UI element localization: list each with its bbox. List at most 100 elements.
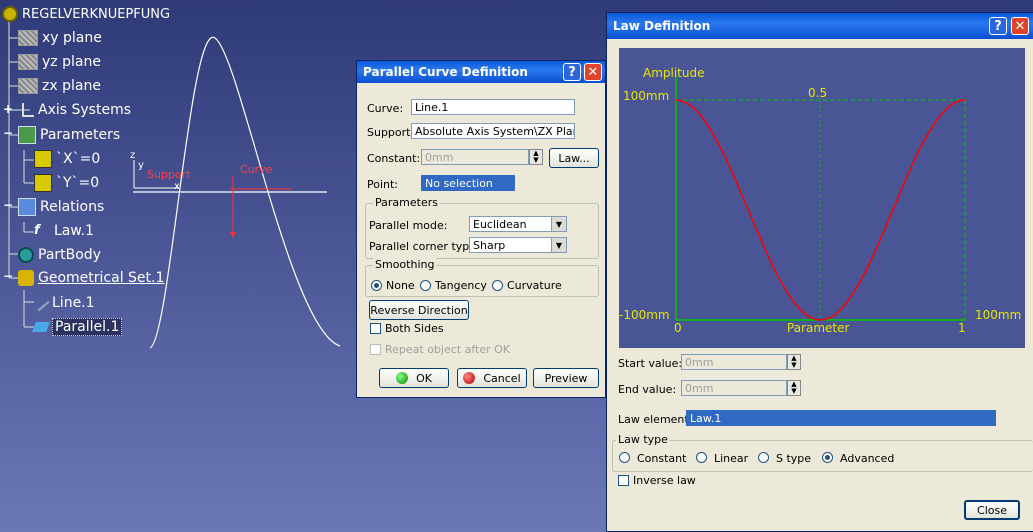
preview-button[interactable]: Preview — [533, 368, 599, 388]
law-graph: Amplitude 100mm -100mm 0.5 0 Parameter 1… — [619, 48, 1025, 348]
tree-item-parallel-1[interactable]: Parallel.1 — [32, 317, 123, 337]
point-field[interactable]: No selection — [421, 175, 515, 191]
end-value-label: End value: — [618, 383, 677, 396]
start-value-label: Start value: — [618, 357, 683, 370]
parallel-icon — [32, 322, 50, 332]
parallel-title-bar: Parallel Curve Definition ? ✕ — [357, 61, 605, 83]
tree-item-yz-plane[interactable]: yz plane — [18, 52, 101, 72]
tree-item-parameters[interactable]: Parameters — [18, 125, 120, 145]
line-icon — [32, 294, 50, 312]
tree-item-partbody[interactable]: PartBody — [18, 245, 101, 265]
law-type-linear-radio[interactable] — [696, 452, 707, 463]
parallel-mode-value: Euclidean — [473, 218, 527, 231]
curve-label: Curve: — [367, 102, 404, 115]
axis-system-icon — [22, 103, 34, 117]
chevron-down-icon[interactable]: ▼ — [551, 238, 566, 252]
graph-ylabel: Amplitude — [643, 66, 705, 80]
smoothing-none-radio[interactable] — [371, 280, 382, 291]
smoothing-group-title: Smoothing — [373, 258, 437, 271]
close-icon[interactable]: ✕ — [1011, 17, 1029, 35]
end-value-spinner[interactable]: ▲ ▼ — [787, 380, 801, 396]
ok-button[interactable]: OK — [379, 368, 449, 388]
collapse-icon[interactable]: − — [3, 198, 13, 212]
constant-spinner[interactable]: ▲ ▼ — [529, 149, 543, 165]
relations-icon — [18, 198, 36, 216]
graph-ymin-label: -100mm — [619, 308, 670, 322]
parallel-mode-select[interactable]: Euclidean ▼ — [469, 216, 567, 232]
tree-item-zx-plane[interactable]: zx plane — [18, 76, 101, 96]
tree-lines — [8, 22, 34, 328]
point-label: Point: — [367, 178, 399, 191]
tree-item-law-1[interactable]: f Law.1 — [34, 221, 94, 241]
ok-icon — [396, 372, 409, 384]
tree-item-geometrical-set[interactable]: Geometrical Set.1 — [18, 268, 164, 288]
chevron-down-icon[interactable]: ▼ — [551, 217, 566, 231]
ok-label: OK — [416, 371, 432, 385]
tree-item-relations[interactable]: Relations — [18, 197, 104, 217]
tree-item-xy-plane[interactable]: xy plane — [18, 28, 102, 48]
graph-xmin-label: 0 — [674, 321, 682, 335]
smoothing-curvature-label: Curvature — [507, 279, 562, 292]
smoothing-tangency-label: Tangency — [435, 279, 487, 292]
repeat-checkbox[interactable] — [370, 344, 381, 355]
parameters-group-title: Parameters — [373, 196, 440, 209]
expand-icon[interactable]: + — [3, 102, 13, 116]
both-sides-label: Both Sides — [385, 322, 444, 335]
parameter-icon — [34, 174, 52, 192]
law-type-constant-label: Constant — [637, 452, 687, 465]
law-type-constant-radio[interactable] — [619, 452, 630, 463]
tree-item-axis-systems[interactable]: Axis Systems — [22, 100, 131, 120]
start-value-field[interactable]: 0mm — [681, 354, 787, 370]
help-icon[interactable]: ? — [563, 63, 581, 81]
close-icon[interactable]: ✕ — [584, 63, 602, 81]
tree-label: Law.1 — [54, 223, 94, 239]
support-field[interactable]: Absolute Axis System\ZX Plane — [411, 123, 575, 139]
parameter-icon — [34, 150, 52, 168]
curve-field[interactable]: Line.1 — [411, 99, 575, 115]
smoothing-none-label: None — [386, 279, 415, 292]
tree-item-param-y[interactable]: `Y`=0 — [34, 173, 99, 193]
graph-right-label: 100mm — [975, 308, 1022, 322]
graph-xmax-label: 1 — [958, 321, 966, 335]
graph-xlabel: Parameter — [787, 321, 850, 335]
law-element-field[interactable]: Law.1 — [686, 410, 996, 426]
help-icon[interactable]: ? — [989, 17, 1007, 35]
tree-label: Parameters — [40, 127, 121, 143]
inverse-law-checkbox[interactable] — [618, 475, 629, 486]
parallel-mode-label: Parallel mode: — [369, 219, 448, 232]
partbody-icon — [18, 247, 34, 263]
law-type-advanced-label: Advanced — [840, 452, 895, 465]
law-button[interactable]: Law... — [549, 148, 599, 168]
smoothing-tangency-radio[interactable] — [420, 280, 431, 291]
smoothing-curvature-radio[interactable] — [492, 280, 503, 291]
constant-field[interactable]: 0mm — [421, 149, 529, 165]
tree-item-param-x[interactable]: `X`=0 — [34, 149, 100, 169]
specification-tree: REGELVERKNUEPFUNG xy plane yz plane zx p… — [0, 0, 360, 340]
cancel-button[interactable]: Cancel — [457, 368, 527, 388]
law-type-stype-label: S type — [776, 452, 812, 465]
tree-label: Parallel.1 — [52, 318, 123, 336]
collapse-icon[interactable]: − — [3, 126, 13, 140]
both-sides-checkbox[interactable] — [370, 323, 381, 334]
tree-label: yz plane — [42, 54, 101, 70]
reverse-direction-button[interactable]: Reverse Direction — [369, 300, 469, 320]
constant-label: Constant: — [367, 152, 421, 165]
tree-label: zx plane — [42, 78, 101, 94]
law-type-stype-radio[interactable] — [758, 452, 769, 463]
cancel-icon — [463, 372, 476, 384]
corner-type-select[interactable]: Sharp ▼ — [469, 237, 567, 253]
end-value-field[interactable]: 0mm — [681, 380, 787, 396]
parallel-curve-dialog: Parallel Curve Definition ? ✕ Curve: Lin… — [356, 60, 606, 398]
law-type-advanced-radio[interactable] — [822, 452, 833, 463]
law-title-bar: Law Definition ? ✕ — [607, 13, 1033, 39]
tree-item-line-1[interactable]: Line.1 — [32, 293, 95, 313]
start-value-spinner[interactable]: ▲ ▼ — [787, 354, 801, 370]
geometrical-set-icon — [18, 270, 34, 286]
graph-xmid-label: 0.5 — [808, 86, 828, 100]
inverse-law-label: Inverse law — [633, 474, 696, 487]
parameters-icon — [18, 126, 36, 144]
close-button[interactable]: Close — [964, 500, 1020, 520]
parallel-title: Parallel Curve Definition — [363, 65, 528, 79]
collapse-icon[interactable]: − — [3, 269, 13, 283]
tree-label: Axis Systems — [38, 102, 131, 118]
